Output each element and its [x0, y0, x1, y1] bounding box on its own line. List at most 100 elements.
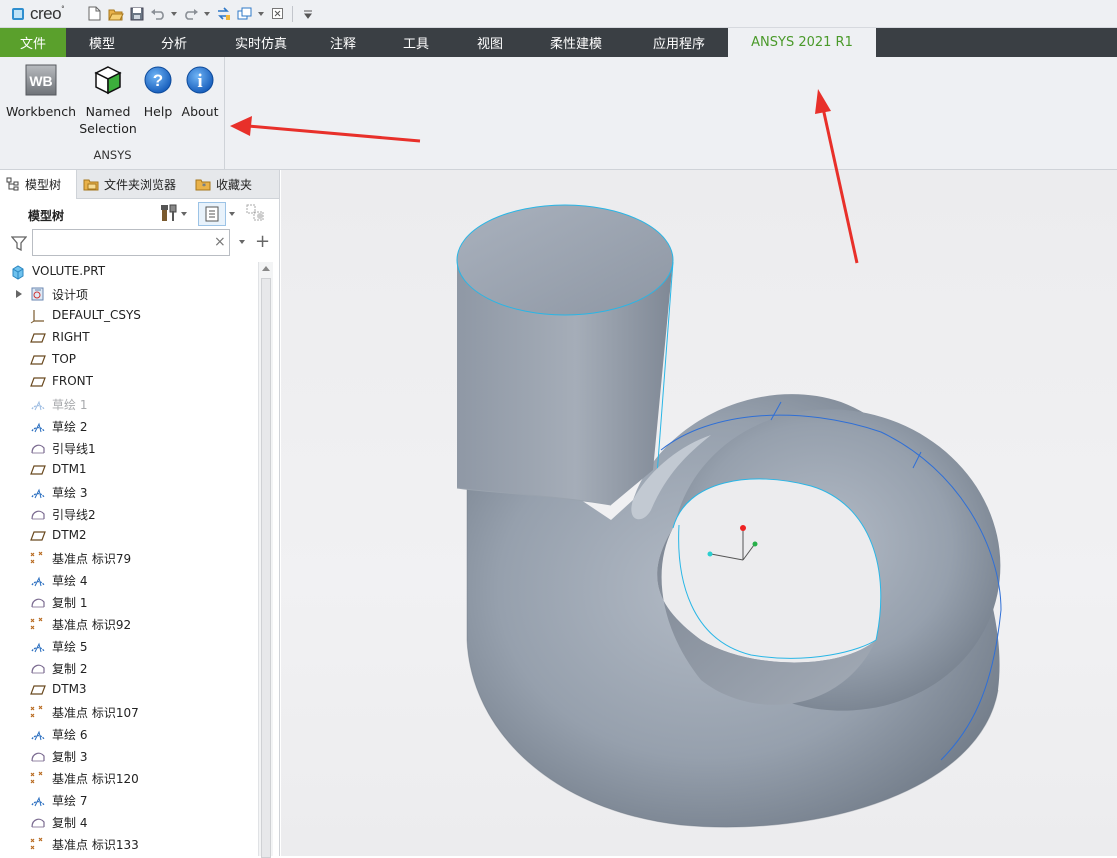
tree-item-label: 基准点 标识120 — [52, 772, 139, 786]
tree-item[interactable]: 复制 2 — [0, 657, 258, 679]
redo-dropdown-icon[interactable] — [204, 11, 210, 16]
info-icon: i — [185, 63, 215, 97]
workbench-label: Workbench — [6, 104, 76, 119]
tree-item[interactable]: 基准点 标识120 — [0, 767, 258, 789]
tree-item[interactable]: TOP — [0, 349, 258, 371]
volute-3d-model[interactable] — [281, 170, 1117, 856]
tree-item-label: 草绘 1 — [52, 398, 88, 412]
search-options-dropdown-icon[interactable] — [239, 240, 245, 244]
tab-model-tree[interactable]: 模型树 — [0, 169, 77, 199]
help-button[interactable]: ? Help — [142, 63, 174, 120]
close-window-icon[interactable] — [267, 4, 288, 24]
toolbar-separator — [292, 5, 293, 22]
tree-item[interactable]: 基准点 标识92 — [0, 613, 258, 635]
part-icon — [10, 264, 26, 280]
tab-view[interactable]: 视图 — [458, 28, 522, 57]
settings-tools-icon[interactable] — [160, 203, 178, 226]
windows-icon[interactable] — [234, 4, 255, 24]
customize-icon[interactable] — [297, 4, 318, 24]
tree-item[interactable]: 草绘 1 — [0, 393, 258, 415]
tab-favorites[interactable]: * 收藏夹 — [189, 170, 261, 199]
workbench-button[interactable]: WB Workbench — [5, 63, 77, 120]
tab-ansys[interactable]: ANSYS 2021 R1 — [728, 28, 876, 57]
sketch-icon — [30, 396, 46, 412]
tree-item[interactable]: 草绘 4 — [0, 569, 258, 591]
model-tree-icon — [6, 177, 20, 191]
tree-item-label: 复制 4 — [52, 816, 88, 830]
tree-root-item[interactable]: VOLUTE.PRT — [0, 261, 258, 283]
tree-item[interactable]: 复制 4 — [0, 811, 258, 833]
tab-flexible-modeling[interactable]: 柔性建模 — [522, 28, 630, 57]
redo-icon[interactable] — [180, 4, 201, 24]
undo-dropdown-icon[interactable] — [171, 11, 177, 16]
graphics-viewport[interactable] — [281, 170, 1117, 856]
add-filter-icon[interactable]: + — [255, 231, 270, 252]
tree-item[interactable]: FRONT — [0, 371, 258, 393]
info-icon-text: i — [197, 71, 202, 92]
tab-analysis[interactable]: 分析 — [138, 28, 210, 57]
csys-icon — [30, 308, 46, 324]
tree-search-row: × + — [0, 228, 280, 258]
scroll-up-icon[interactable] — [262, 266, 270, 271]
datum-point-icon — [30, 836, 46, 852]
tree-item[interactable]: 引导线2 — [0, 503, 258, 525]
tree-item-label: FRONT — [52, 374, 93, 388]
tree-item[interactable]: 复制 3 — [0, 745, 258, 767]
named-selection-label-line2: Selection — [79, 121, 137, 136]
help-label: Help — [143, 104, 173, 119]
undo-icon[interactable] — [147, 4, 168, 24]
tree-item[interactable]: 基准点 标识79 — [0, 547, 258, 569]
tree-item[interactable]: DTM1 — [0, 459, 258, 481]
tree-item[interactable]: RIGHT — [0, 327, 258, 349]
tree-item[interactable]: 复制 1 — [0, 591, 258, 613]
scroll-thumb[interactable] — [261, 278, 271, 858]
about-button[interactable]: i About — [180, 63, 220, 120]
favorites-icon: * — [195, 177, 211, 191]
tree-item[interactable]: DTM3 — [0, 679, 258, 701]
tree-item[interactable]: 基准点 标识133 — [0, 833, 258, 855]
named-selection-button[interactable]: Named Selection — [78, 63, 138, 137]
sketch-icon — [30, 418, 46, 434]
tree-scrollbar[interactable] — [258, 262, 273, 858]
sketch-icon — [30, 484, 46, 500]
show-list-icon[interactable] — [198, 202, 226, 226]
tree-item[interactable]: DEFAULT_CSYS — [0, 305, 258, 327]
datum-point-icon — [30, 770, 46, 786]
clear-search-icon[interactable]: × — [214, 234, 226, 250]
open-icon[interactable] — [105, 4, 126, 24]
curve-icon — [30, 506, 46, 522]
tree-item[interactable]: 引导线1 — [0, 437, 258, 459]
tab-live-simulation[interactable]: 实时仿真 — [210, 28, 312, 57]
curve-icon — [30, 594, 46, 610]
datum-point-icon — [30, 704, 46, 720]
tab-tools[interactable]: 工具 — [374, 28, 458, 57]
windows-dropdown-icon[interactable] — [258, 11, 264, 16]
tab-file[interactable]: 文件 — [0, 28, 66, 57]
settings-dropdown-icon[interactable] — [181, 212, 187, 216]
show-dropdown-icon[interactable] — [229, 212, 235, 216]
tab-annotate[interactable]: 注释 — [312, 28, 374, 57]
tree-item[interactable]: 草绘 5 — [0, 635, 258, 657]
expand-arrow-icon[interactable] — [16, 290, 22, 298]
save-icon[interactable] — [126, 4, 147, 24]
tree-item[interactable]: DTM2 — [0, 525, 258, 547]
tree-filter-settings-icon[interactable] — [246, 204, 266, 225]
tree-item[interactable]: 设计项 — [0, 283, 258, 305]
tree-search-input[interactable] — [32, 229, 230, 256]
tree-item-label: 基准点 标识133 — [52, 838, 139, 852]
new-icon[interactable] — [84, 4, 105, 24]
tree-item[interactable]: 草绘 2 — [0, 415, 258, 437]
tree-item-label: DTM1 — [52, 462, 87, 476]
tab-folder-browser[interactable]: 文件夹浏览器 — [77, 170, 189, 199]
tree-item-label: 引导线2 — [52, 508, 96, 522]
datum-plane-icon — [30, 682, 46, 698]
filter-icon[interactable] — [10, 236, 28, 254]
tree-item[interactable]: 草绘 6 — [0, 723, 258, 745]
regenerate-icon[interactable] — [213, 4, 234, 24]
tree-item[interactable]: 草绘 3 — [0, 481, 258, 503]
tab-model[interactable]: 模型 — [66, 28, 138, 57]
tree-item[interactable]: 基准点 标识107 — [0, 701, 258, 723]
tab-applications[interactable]: 应用程序 — [630, 28, 728, 57]
tree-item-label: RIGHT — [52, 330, 90, 344]
tree-item[interactable]: 草绘 7 — [0, 789, 258, 811]
